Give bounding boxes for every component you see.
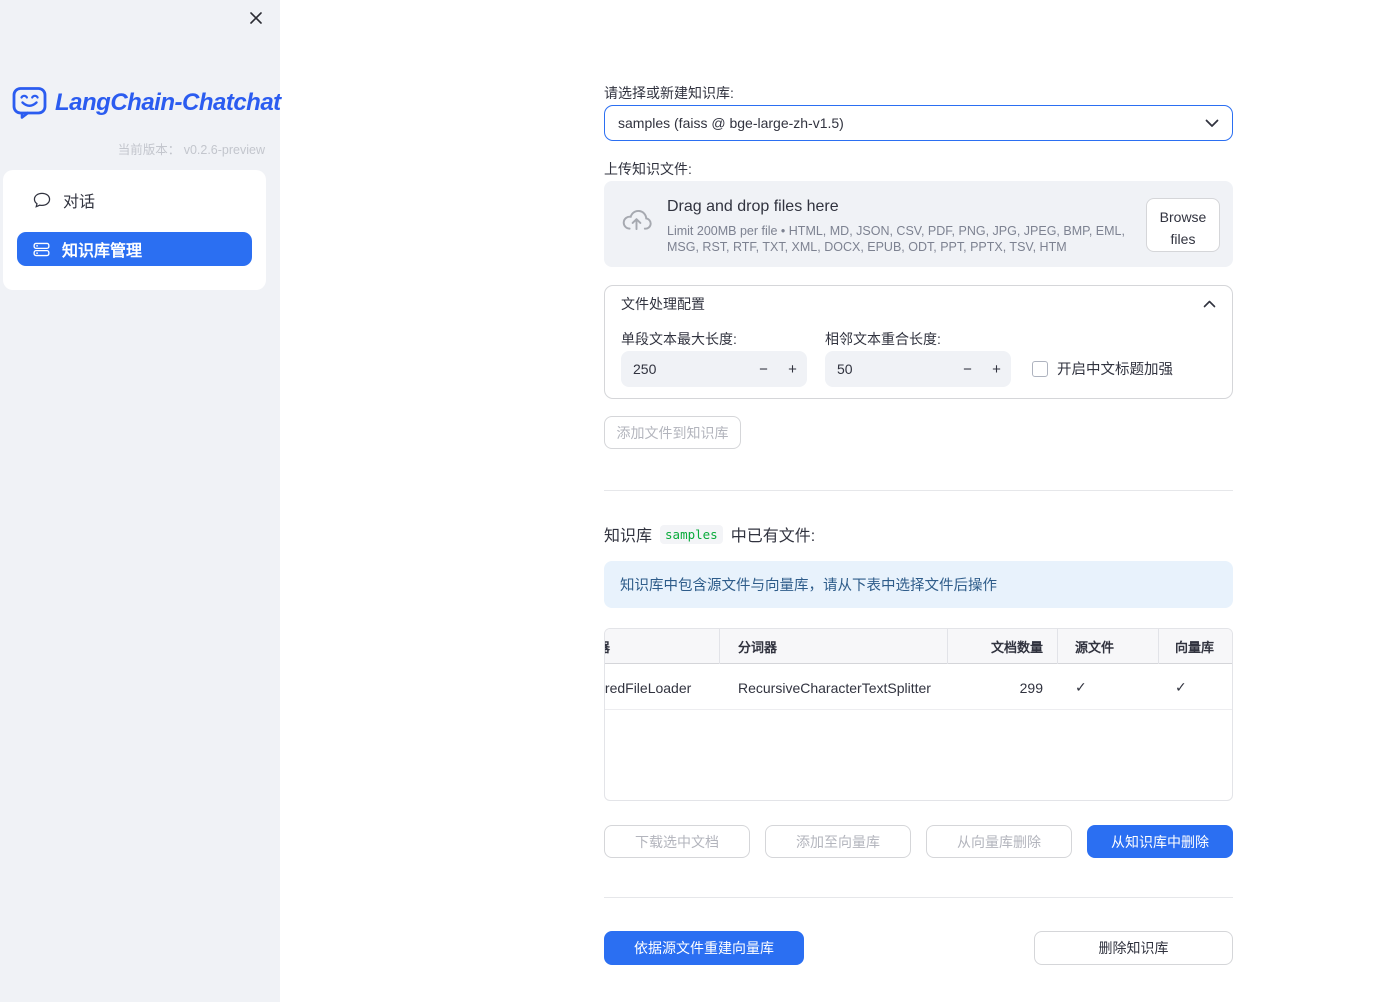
expander-title: 文件处理配置: [621, 296, 705, 312]
chunk-overlap-label: 相邻文本重合长度:: [825, 331, 941, 347]
expander-header[interactable]: 文件处理配置: [605, 286, 1232, 322]
kb-manage-buttons: 依据源文件重建向量库 删除知识库: [604, 931, 1233, 965]
chunk-overlap-increment-button[interactable]: +: [982, 351, 1011, 387]
sidebar-menu: 对话 知识库管理: [3, 170, 266, 290]
table-action-buttons: 下载选中文档 添加至向量库 从向量库删除 从知识库中删除: [604, 825, 1233, 858]
checkbox-icon: [1032, 360, 1048, 377]
chunk-size-value: 250: [633, 361, 657, 377]
zh-title-enhance-checkbox[interactable]: 开启中文标题加强: [1032, 358, 1173, 379]
delete-from-vector-store-button[interactable]: 从向量库删除: [926, 825, 1072, 858]
cloud-upload-icon: [620, 206, 653, 232]
column-divider: [719, 629, 720, 664]
column-header-loader[interactable]: 文档加载器: [605, 629, 610, 664]
app-logo-text: LangChain-Chatchat: [55, 89, 281, 116]
divider: [604, 897, 1233, 898]
cell-splitter: RecursiveCharacterTextSplitter: [738, 679, 931, 696]
kb-files-table[interactable]: 文档加载器 分词器 文档数量 源文件 向量库 UnstructuredFileL…: [604, 628, 1233, 801]
chunk-overlap-decrement-button[interactable]: −: [953, 351, 982, 387]
dropzone-limit-text: Limit 200MB per file • HTML, MD, JSON, C…: [667, 224, 1125, 255]
chunk-overlap-input[interactable]: 50 − +: [825, 351, 1011, 387]
chunk-overlap-value: 50: [837, 361, 853, 377]
kb-files-prefix: 知识库: [604, 528, 653, 545]
main-content: 请选择或新建知识库: samples (faiss @ bge-large-zh…: [604, 0, 1233, 1002]
info-banner: 知识库中包含源文件与向量库，请从下表中选择文件后操作: [604, 561, 1233, 608]
delete-from-kb-button[interactable]: 从知识库中删除: [1087, 825, 1233, 858]
chunk-size-input[interactable]: 250 − +: [621, 351, 807, 387]
sidebar: LangChain-Chatchat 当前版本： v0.2.6-preview …: [0, 0, 281, 1002]
info-banner-text: 知识库中包含源文件与向量库，请从下表中选择文件后操作: [620, 578, 997, 594]
kb-files-heading: 知识库 samples 中已有文件:: [604, 522, 815, 546]
kb-select-dropdown[interactable]: samples (faiss @ bge-large-zh-v1.5): [604, 105, 1233, 141]
kb-select-value: samples (faiss @ bge-large-zh-v1.5): [618, 115, 844, 131]
close-icon: [248, 10, 264, 26]
chat-bubble-icon: [33, 191, 51, 209]
divider: [604, 490, 1233, 491]
column-divider: [1057, 629, 1058, 664]
chunk-size-increment-button[interactable]: +: [778, 351, 807, 387]
download-selected-docs-button[interactable]: 下载选中文档: [604, 825, 750, 858]
table-row[interactable]: UnstructuredFileLoader RecursiveCharacte…: [605, 665, 1232, 710]
sidebar-close-button[interactable]: [244, 6, 268, 30]
column-header-vector-store[interactable]: 向量库: [1175, 629, 1214, 664]
kb-files-suffix: 中已有文件:: [730, 528, 816, 545]
sidebar-item-label: 知识库管理: [62, 243, 143, 260]
column-divider: [947, 629, 948, 664]
chatchat-logo-icon: [12, 86, 48, 120]
column-divider: [1158, 629, 1159, 664]
file-dropzone[interactable]: Drag and drop files here Limit 200MB per…: [604, 181, 1233, 267]
cell-vector-store-check: ✓: [1175, 679, 1187, 695]
table-header-row: 文档加载器 分词器 文档数量 源文件 向量库: [605, 629, 1232, 664]
column-header-source-file[interactable]: 源文件: [1075, 629, 1114, 664]
knowledge-base-icon: [33, 241, 50, 258]
zh-title-enhance-label: 开启中文标题加强: [1057, 362, 1173, 378]
kb-name-code: samples: [660, 524, 723, 544]
upload-label: 上传知识文件:: [604, 161, 692, 177]
cell-doc-count: 299: [1019, 679, 1043, 696]
chunk-size-label: 单段文本最大长度:: [621, 331, 737, 347]
app-logo: LangChain-Chatchat: [12, 86, 281, 120]
sidebar-item-dialogue[interactable]: 对话: [17, 183, 252, 217]
cell-source-file-check: ✓: [1075, 679, 1087, 695]
column-header-doc-count[interactable]: 文档数量: [947, 629, 1043, 664]
delete-kb-base-button[interactable]: 删除知识库: [1034, 931, 1233, 965]
chevron-up-icon: [1203, 300, 1216, 308]
file-config-expander: 文件处理配置 单段文本最大长度: 相邻文本重合长度: 250 − + 50 − …: [604, 285, 1233, 399]
browse-files-button[interactable]: Browse files: [1146, 198, 1220, 252]
add-files-to-kb-button[interactable]: 添加文件到知识库: [604, 416, 741, 449]
kb-select-label: 请选择或新建知识库:: [604, 85, 734, 101]
dropzone-title: Drag and drop files here: [667, 198, 839, 215]
app-window: LangChain-Chatchat 当前版本： v0.2.6-preview …: [0, 0, 1380, 1002]
rebuild-vector-store-button[interactable]: 依据源文件重建向量库: [604, 931, 804, 965]
add-to-vector-store-button[interactable]: 添加至向量库: [765, 825, 911, 858]
sidebar-item-knowledge-base[interactable]: 知识库管理: [17, 232, 252, 266]
chevron-down-icon: [1205, 119, 1219, 128]
chunk-size-decrement-button[interactable]: −: [749, 351, 778, 387]
column-header-splitter[interactable]: 分词器: [738, 629, 777, 664]
version-label: 当前版本： v0.2.6-preview: [117, 143, 265, 157]
dropzone-text: Drag and drop files here Limit 200MB per…: [667, 198, 1145, 256]
sidebar-item-label: 对话: [63, 194, 96, 211]
cell-loader: UnstructuredFileLoader: [604, 679, 692, 696]
